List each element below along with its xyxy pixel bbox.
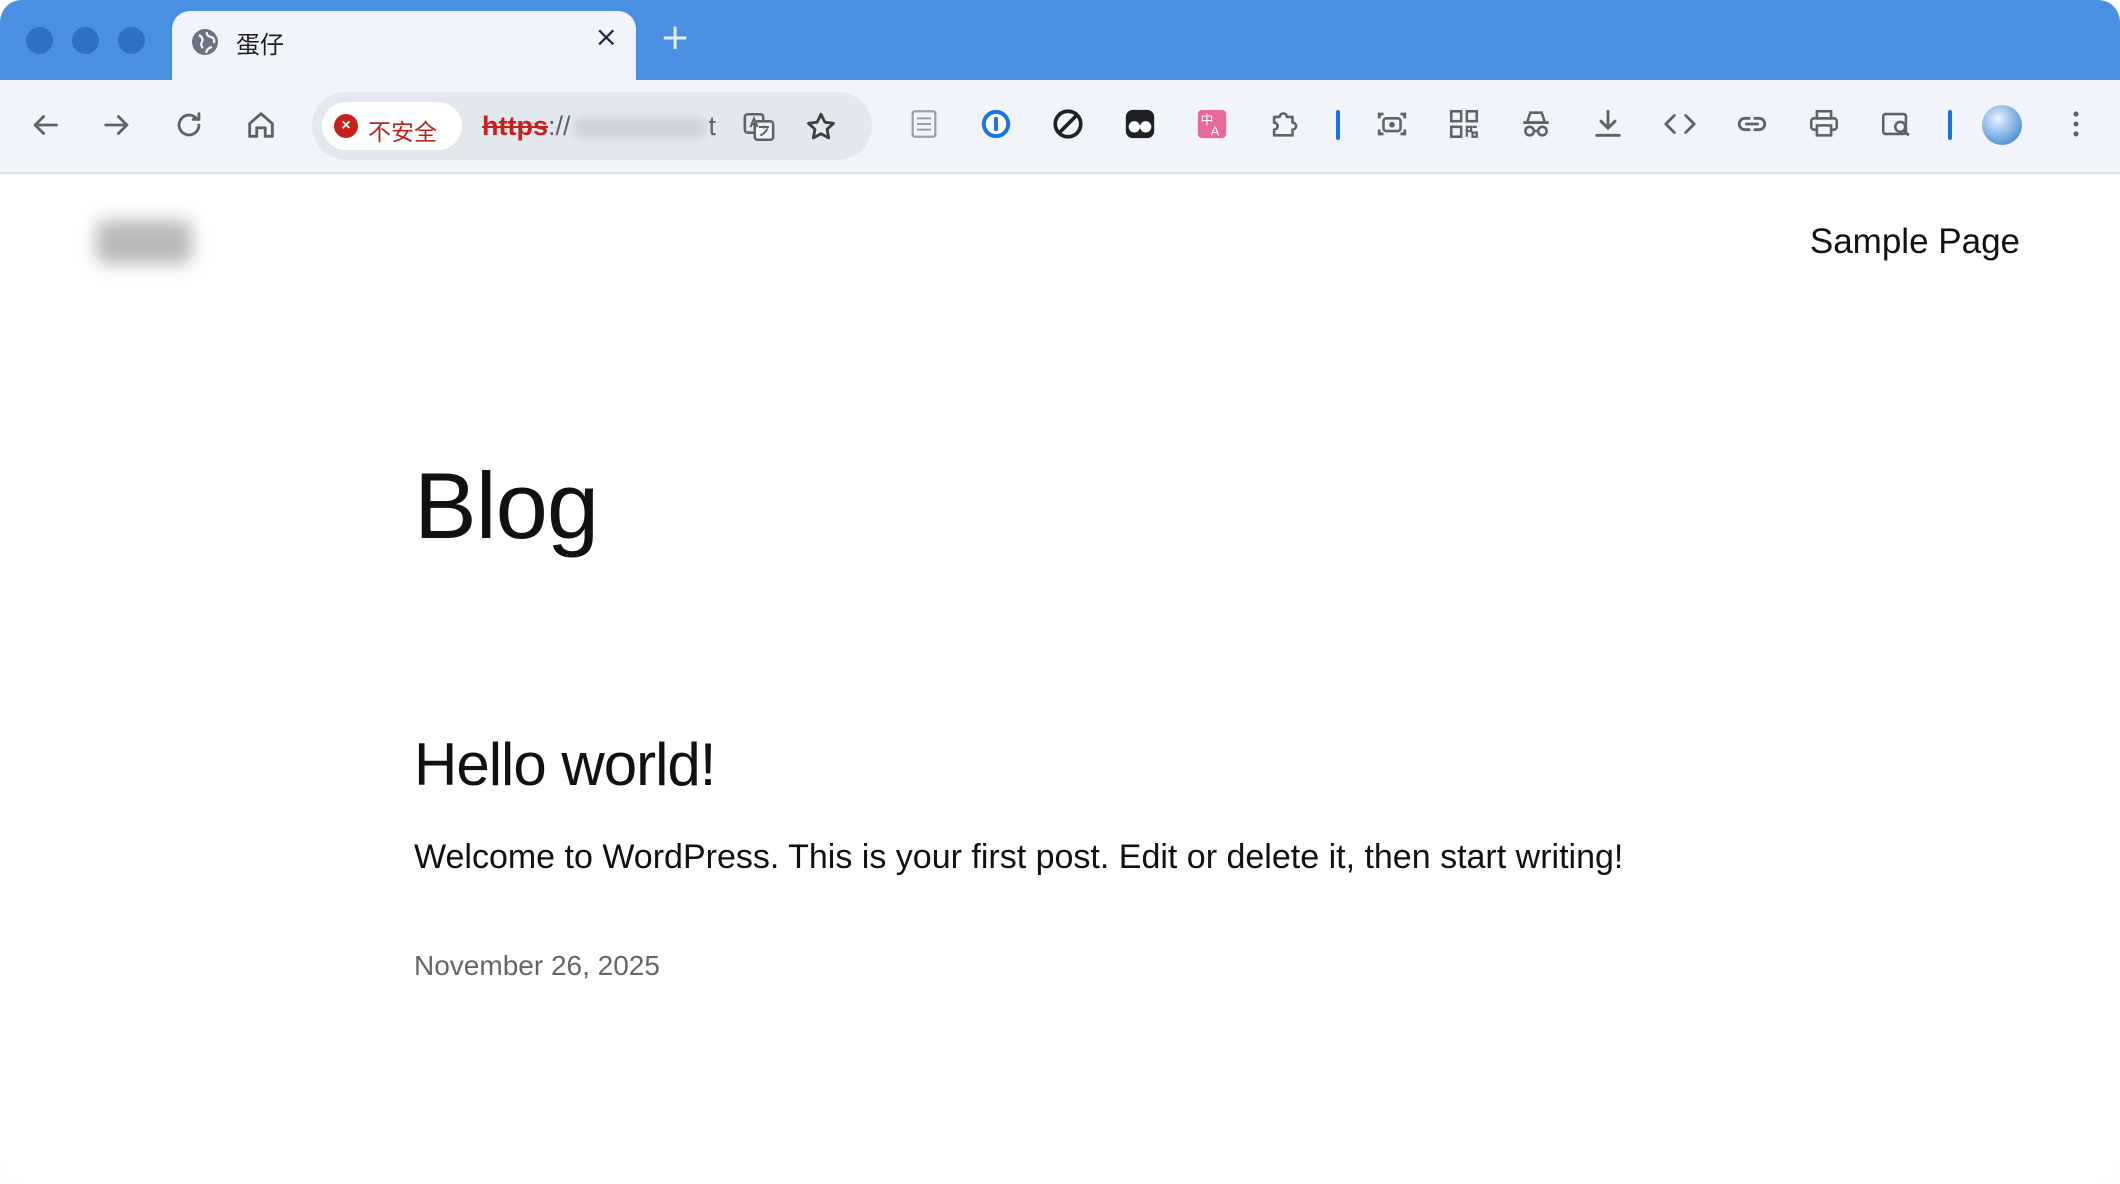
reader-mode-button[interactable]: [904, 104, 944, 144]
search-page-icon: [1881, 112, 1910, 137]
screenshot-button[interactable]: [1372, 104, 1412, 144]
incognito-icon: [1523, 111, 1549, 137]
translator-extension-button[interactable]: 中A: [1192, 104, 1232, 144]
post-excerpt: Welcome to WordPress. This is your first…: [414, 838, 1624, 876]
qr-code-icon: [1449, 109, 1479, 139]
tab-strip: 蛋仔 × +: [0, 0, 2120, 80]
security-label: 不安全: [368, 120, 437, 146]
page-title: Blog: [414, 453, 599, 558]
address-bar[interactable]: × 不安全 https:// t: [312, 92, 872, 160]
translate-button[interactable]: [740, 108, 778, 146]
url-separator: ://: [547, 111, 571, 141]
star-icon: [807, 112, 835, 140]
copy-link-button[interactable]: [1732, 104, 1772, 144]
window-minimize-control[interactable]: [72, 27, 99, 54]
puzzle-icon: [1272, 112, 1298, 137]
link-icon: [1737, 116, 1767, 132]
web-page: Sample Page Blog Hello world! Welcome to…: [0, 174, 2120, 1184]
eyes-extension-button[interactable]: [1120, 104, 1160, 144]
globe-icon: [192, 29, 218, 55]
translate-icon: [743, 112, 775, 142]
toolbar-divider: [1336, 110, 1340, 140]
nav-link-sample-page[interactable]: Sample Page: [1810, 222, 2020, 262]
eyes-icon: [1125, 109, 1155, 139]
downloads-button[interactable]: [1588, 104, 1628, 144]
developer-tools-button[interactable]: [1660, 104, 1700, 144]
block-icon: [1053, 109, 1083, 139]
bookmark-button[interactable]: [802, 108, 840, 146]
error-icon: ×: [334, 114, 358, 138]
reader-icon: [911, 110, 937, 138]
reload-button[interactable]: [166, 102, 212, 148]
back-button[interactable]: [22, 102, 68, 148]
toolbar-divider: [1948, 110, 1952, 140]
svg-text:A: A: [1211, 124, 1220, 139]
qr-code-button[interactable]: [1444, 104, 1484, 144]
forward-arrow-icon: [104, 115, 129, 135]
download-icon: [1595, 109, 1621, 137]
tab-close-icon[interactable]: ×: [595, 23, 618, 51]
code-icon: [1664, 114, 1696, 134]
search-page-button[interactable]: [1876, 104, 1916, 144]
print-button[interactable]: [1804, 104, 1844, 144]
browser-menu-button[interactable]: [2056, 104, 2096, 144]
more-vertical-icon: [2073, 111, 2079, 137]
incognito-button[interactable]: [1516, 104, 1556, 144]
password-manager-icon: [981, 109, 1011, 139]
back-arrow-icon: [33, 115, 58, 135]
window-close-control[interactable]: [26, 27, 53, 54]
security-indicator[interactable]: × 不安全: [322, 102, 462, 150]
screenshot-icon: [1377, 112, 1407, 136]
translator-icon: 中A: [1197, 109, 1227, 139]
extensions-button[interactable]: [1264, 104, 1304, 144]
profile-avatar[interactable]: [1982, 105, 2022, 145]
printer-icon: [1809, 109, 1839, 137]
url-tail: t: [708, 111, 717, 141]
window-zoom-control[interactable]: [118, 27, 145, 54]
tab-title: 蛋仔: [236, 31, 284, 59]
site-logo[interactable]: [96, 220, 192, 264]
url-scheme: https: [482, 111, 548, 141]
blocker-button[interactable]: [1048, 104, 1088, 144]
url-text[interactable]: https:// t: [482, 111, 716, 142]
active-tab[interactable]: 蛋仔 ×: [172, 11, 636, 80]
password-manager-button[interactable]: [976, 104, 1016, 144]
new-tab-button[interactable]: +: [660, 20, 690, 56]
browser-window: 蛋仔 × + × 不安全 https:// t 中 A Sample Page B…: [0, 0, 2120, 1184]
forward-button[interactable]: [94, 102, 140, 148]
post-date[interactable]: November 26, 2025: [414, 950, 660, 982]
redacted-host: [574, 116, 705, 139]
home-icon: [248, 112, 274, 138]
post-title-link[interactable]: Hello world!: [414, 730, 716, 799]
browser-toolbar: × 不安全 https:// t 中 A: [0, 80, 2120, 174]
home-button[interactable]: [238, 102, 284, 148]
reload-icon: [177, 112, 201, 137]
